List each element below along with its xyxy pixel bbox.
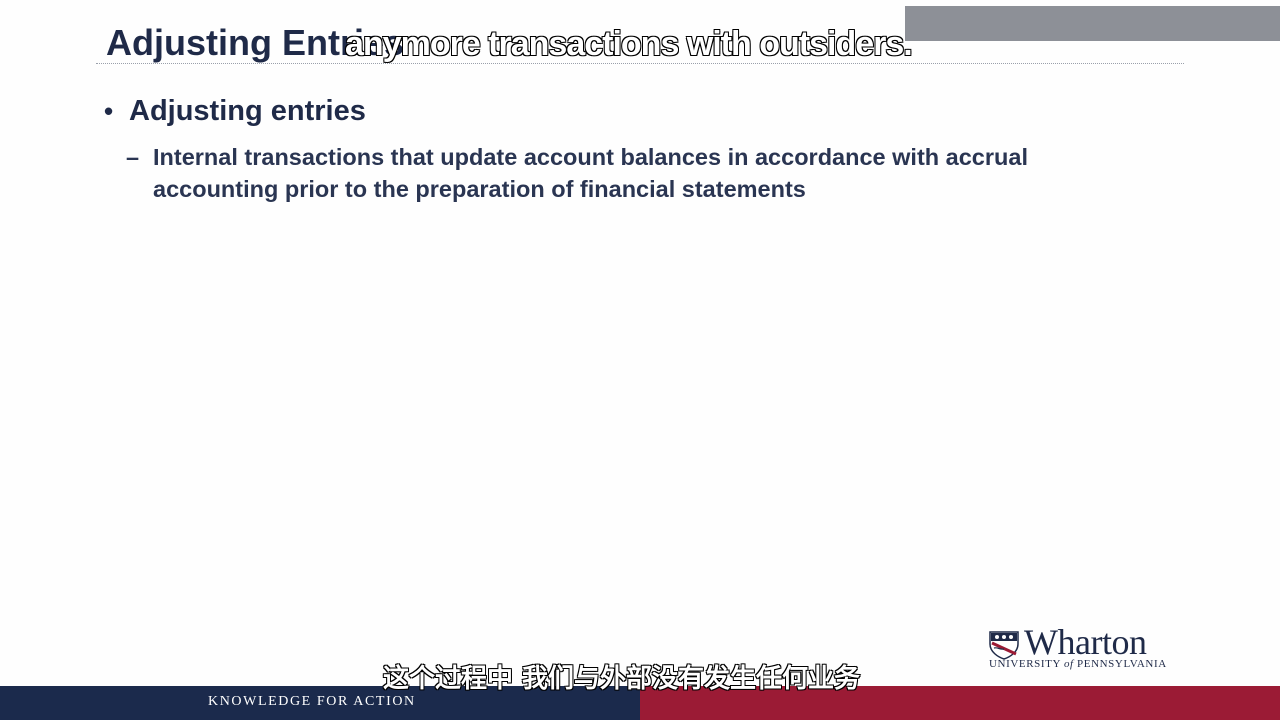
- sub-bullet-item: – Internal transactions that update acco…: [126, 141, 1156, 205]
- footer-tagline: KNOWLEDGE FOR ACTION: [208, 694, 416, 709]
- sub-bullet-text: Internal transactions that update accoun…: [153, 144, 1028, 202]
- english-subtitle: anymore transactions with outsiders.: [344, 24, 913, 63]
- wharton-logo: Wharton UNIVERSITY of PENNSYLVANIA: [988, 622, 1193, 673]
- bullet-item: • Adjusting entries: [104, 95, 366, 128]
- chinese-subtitle: 这个过程中 我们与外部没有发生任何业务: [382, 663, 861, 694]
- logo-wordmark: Wharton: [1024, 622, 1147, 662]
- bullet-dot-icon: •: [104, 96, 114, 126]
- title-divider: [96, 63, 1184, 64]
- logo-university-line: UNIVERSITY of PENNSYLVANIA: [989, 658, 1167, 670]
- slide: Adjusting Entries anymore transactions w…: [0, 0, 1280, 720]
- bullet-text: Adjusting entries: [129, 95, 366, 127]
- dash-icon: –: [126, 144, 140, 170]
- penn-shield-icon: [989, 631, 1019, 660]
- corner-overlay-box: [905, 6, 1280, 41]
